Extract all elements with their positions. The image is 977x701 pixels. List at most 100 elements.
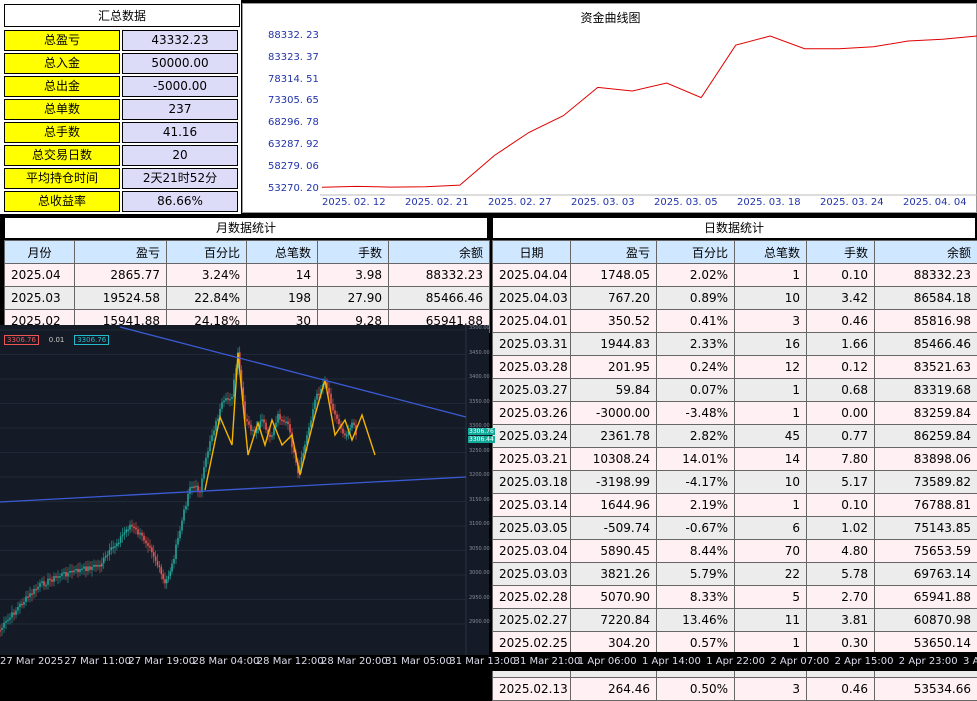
candle-body	[277, 414, 279, 423]
table-cell: 85816.98	[875, 310, 977, 333]
column-header[interactable]: 手数	[807, 241, 875, 264]
table-cell: 3821.26	[571, 563, 657, 586]
column-header[interactable]: 日期	[493, 241, 571, 264]
table-cell: 10308.24	[571, 448, 657, 471]
table-row[interactable]: 2025.0319524.5822.84%19827.9085466.46	[5, 287, 490, 310]
table-cell: 12	[735, 356, 807, 379]
table-row[interactable]: 2025.03.05-509.74-0.67%61.0275143.85	[493, 517, 977, 540]
table-cell: 767.20	[571, 287, 657, 310]
table-row[interactable]: 2025.03.033821.265.79%225.7869763.14	[493, 563, 977, 586]
table-cell: 4.80	[807, 540, 875, 563]
equity-x-tick: 2025. 02. 27	[488, 197, 552, 208]
candle-body	[43, 581, 45, 585]
candle-body	[23, 602, 25, 605]
table-cell: 3	[735, 678, 807, 701]
equity-y-tick: 83323. 37	[268, 52, 319, 63]
table-cell: 3.98	[318, 264, 389, 287]
column-header[interactable]: 余额	[875, 241, 977, 264]
table-cell: -509.74	[571, 517, 657, 540]
candle-body	[173, 559, 175, 564]
monthly-table: 月份盈亏百分比总笔数手数余额2025.042865.773.24%143.988…	[4, 240, 490, 333]
equity-x-tick: 2025. 02. 21	[405, 197, 469, 208]
summary-value: 50000.00	[122, 53, 238, 74]
candle-body	[122, 535, 124, 537]
candle-body	[328, 388, 330, 394]
candle-body	[99, 565, 101, 567]
summary-label: 总收益率	[4, 191, 120, 212]
candle-body	[246, 419, 248, 421]
table-row[interactable]: 2025.03.311944.832.33%161.6685466.46	[493, 333, 977, 356]
price-label-ask: 3306.76	[468, 428, 495, 435]
equity-y-tick: 78314. 51	[268, 74, 319, 85]
candle-body	[61, 573, 63, 576]
time-axis-label: 28 Mar 20:00	[321, 656, 388, 667]
equity-y-tick: 73305. 65	[268, 95, 319, 106]
candle-body	[223, 400, 225, 402]
table-cell: 5.17	[807, 471, 875, 494]
candle-body	[107, 555, 109, 557]
table-cell: 10	[735, 471, 807, 494]
candle-body	[207, 451, 209, 458]
candle-body	[95, 565, 97, 567]
candle-body	[101, 563, 103, 566]
table-row[interactable]: 2025.04.041748.052.02%10.1088332.23	[493, 264, 977, 287]
candle-body	[225, 398, 227, 400]
column-header[interactable]: 余额	[389, 241, 490, 264]
candle-body	[164, 579, 166, 583]
table-row[interactable]: 2025.02.13264.460.50%30.4653534.66	[493, 678, 977, 701]
table-row[interactable]: 2025.03.28201.950.24%120.1283521.63	[493, 356, 977, 379]
column-header[interactable]: 盈亏	[75, 241, 167, 264]
support-line[interactable]	[0, 477, 466, 502]
column-header[interactable]: 总笔数	[247, 241, 318, 264]
table-row[interactable]: 2025.04.01350.520.41%30.4685816.98	[493, 310, 977, 333]
candle-body	[160, 567, 162, 574]
column-header[interactable]: 百分比	[657, 241, 735, 264]
candle-body	[63, 572, 65, 574]
table-row[interactable]: 2025.03.2759.840.07%10.6883319.68	[493, 379, 977, 402]
column-header[interactable]: 盈亏	[571, 241, 657, 264]
price-badge-lot[interactable]: 0.01	[47, 336, 67, 344]
table-cell: 0.12	[807, 356, 875, 379]
table-cell: 201.95	[571, 356, 657, 379]
candle-body	[0, 630, 1, 632]
price-badge-buy[interactable]: 3306.76	[74, 335, 109, 345]
candle-body	[318, 394, 320, 396]
price-y-tick: 3000.00	[469, 570, 490, 576]
candle-body	[263, 419, 265, 422]
table-cell: 59.84	[571, 379, 657, 402]
table-cell: 2025.03.03	[493, 563, 571, 586]
table-row[interactable]: 2025.03.045890.458.44%704.8075653.59	[493, 540, 977, 563]
table-row[interactable]: 2025.03.26-3000.00-3.48%10.0083259.84	[493, 402, 977, 425]
column-header[interactable]: 百分比	[167, 241, 247, 264]
equity-y-tick: 58279. 06	[268, 161, 319, 172]
candle-body	[197, 486, 199, 491]
candle-body	[191, 487, 193, 489]
equity-y-tick: 68296. 78	[268, 117, 319, 128]
table-row[interactable]: 2025.02.277220.8413.46%113.8160870.98	[493, 609, 977, 632]
candle-body	[261, 419, 263, 421]
price-badge-sell[interactable]: 3306.76	[4, 335, 39, 345]
table-cell: 0.77	[807, 425, 875, 448]
candle-body	[334, 410, 336, 414]
table-cell: 1	[735, 402, 807, 425]
table-row[interactable]: 2025.03.141644.962.19%10.1076788.81	[493, 494, 977, 517]
table-cell: 0.07%	[657, 379, 735, 402]
candle-body	[285, 422, 287, 424]
table-cell: 0.24%	[657, 356, 735, 379]
column-header[interactable]: 月份	[5, 241, 75, 264]
column-header[interactable]: 手数	[318, 241, 389, 264]
table-row[interactable]: 2025.02.285070.908.33%52.7065941.88	[493, 586, 977, 609]
candle-body	[187, 494, 189, 506]
table-cell: 264.46	[571, 678, 657, 701]
column-header[interactable]: 总笔数	[735, 241, 807, 264]
table-row[interactable]: 2025.03.242361.782.82%450.7786259.84	[493, 425, 977, 448]
candle-body	[71, 571, 73, 573]
table-row[interactable]: 2025.04.03767.200.89%103.4286584.18	[493, 287, 977, 310]
table-row[interactable]: 2025.03.2110308.2414.01%147.8083898.06	[493, 448, 977, 471]
table-cell: 85466.46	[389, 287, 490, 310]
equity-x-tick: 2025. 03. 03	[571, 197, 635, 208]
table-row[interactable]: 2025.042865.773.24%143.9888332.23	[5, 264, 490, 287]
table-row[interactable]: 2025.03.18-3198.99-4.17%105.1773589.82	[493, 471, 977, 494]
candle-body	[131, 525, 133, 527]
table-cell: 5890.45	[571, 540, 657, 563]
